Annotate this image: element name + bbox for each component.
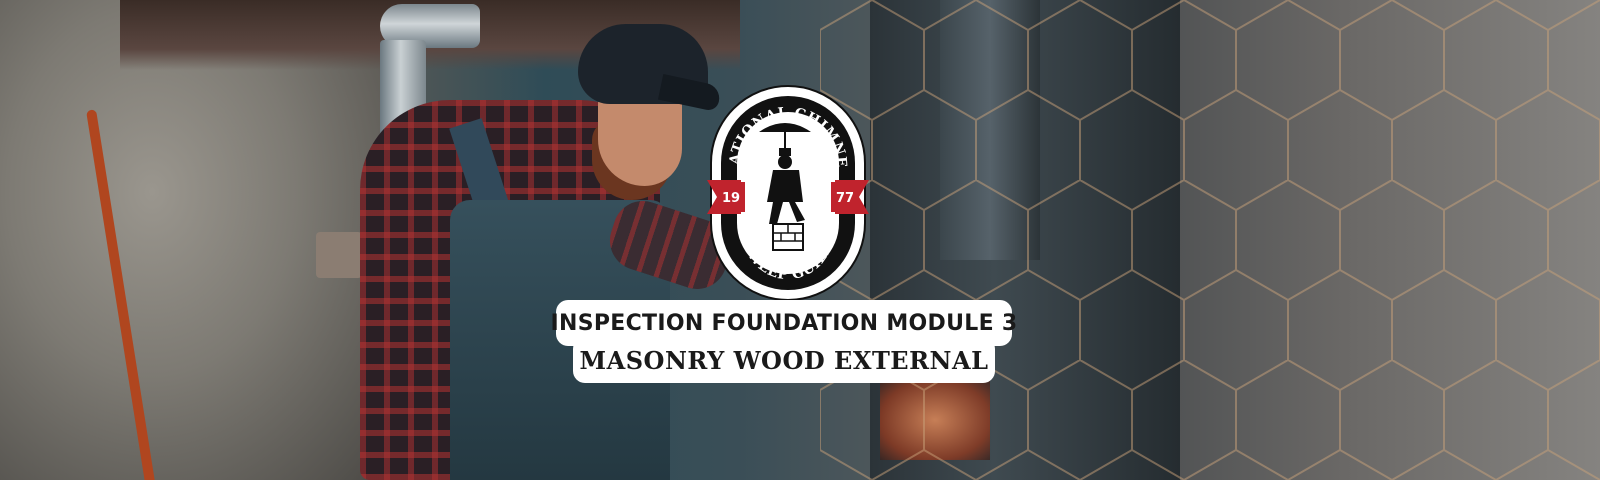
hexagon-pattern-overlay <box>820 0 1600 480</box>
course-banner: NATIONAL CHIMNEY SWEEP GUILD 19 77 INSPE… <box>0 0 1600 480</box>
module-subtitle: MASONRY WOOD EXTERNAL <box>573 337 995 383</box>
guild-logo: NATIONAL CHIMNEY SWEEP GUILD 19 77 <box>707 84 869 302</box>
chimney-inspector-photo <box>340 10 760 480</box>
logo-year-right: 77 <box>836 191 854 206</box>
logo-year-left: 19 <box>722 191 740 206</box>
